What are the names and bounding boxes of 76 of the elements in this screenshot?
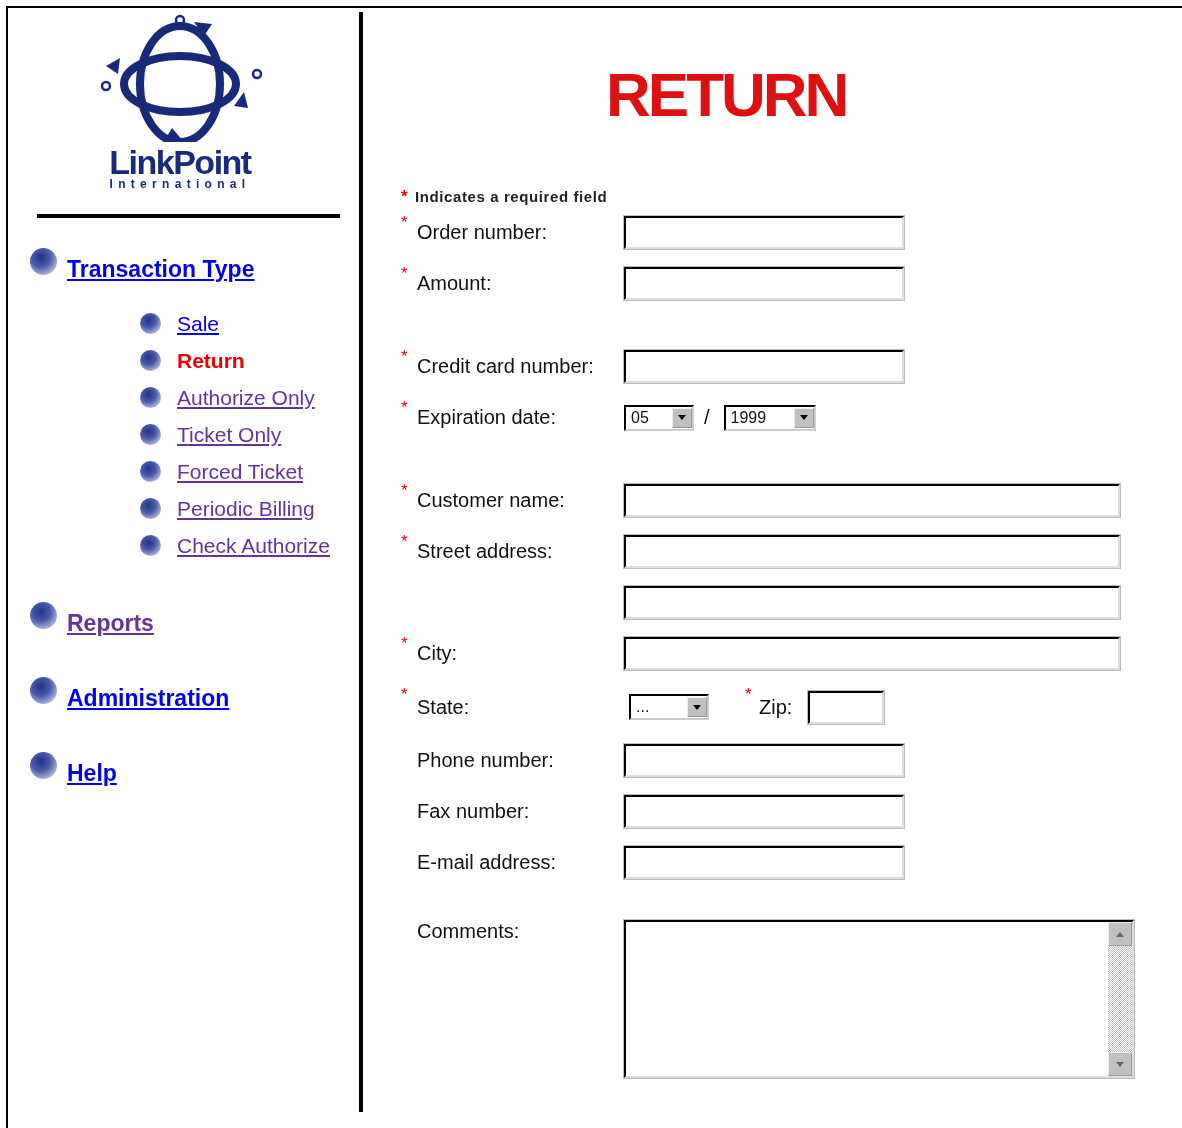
text-field[interactable] — [624, 744, 904, 777]
text-field[interactable] — [624, 637, 1120, 670]
field-label: City: — [417, 642, 458, 665]
page-title: RETURN — [606, 60, 848, 130]
required-mark: * — [401, 187, 410, 207]
text-field[interactable] — [624, 484, 1120, 517]
required-mark: * — [401, 532, 409, 552]
dropdown-button[interactable] — [687, 697, 707, 717]
logo-tagline: International — [109, 178, 251, 190]
required-mark: * — [401, 685, 409, 705]
required-mark: * — [401, 398, 409, 418]
field-label: State: — [417, 695, 471, 719]
field-label: Street address: — [417, 540, 554, 563]
bullet-icon — [140, 424, 161, 445]
nav-link[interactable]: Return — [177, 348, 245, 373]
nav-link[interactable]: Ticket Only — [177, 422, 282, 447]
bullet-icon — [30, 752, 57, 779]
required-mark: * — [401, 481, 409, 501]
field-label: Comments: — [417, 920, 521, 943]
scroll-up-button[interactable] — [1108, 922, 1132, 946]
scrollbar[interactable] — [1108, 922, 1132, 1076]
field-label: Zip: — [759, 695, 793, 719]
bullet-icon — [140, 498, 161, 519]
required-mark: * — [401, 347, 409, 367]
nav-link[interactable]: Forced Ticket — [177, 459, 304, 484]
nav-link[interactable]: Check Authorize — [177, 533, 330, 558]
field-label: E-mail address: — [417, 851, 557, 874]
dropdown-button[interactable] — [793, 407, 814, 428]
field-label: Customer name: — [417, 489, 566, 512]
text-field[interactable] — [624, 535, 1120, 568]
bullet-icon — [30, 602, 57, 629]
up-arrow-icon — [1116, 931, 1124, 937]
text-field[interactable] — [624, 216, 904, 249]
text-field[interactable] — [624, 267, 904, 300]
text-field[interactable] — [624, 795, 904, 828]
logo-wordmark: LinkPoint — [109, 146, 251, 178]
required-mark: * — [401, 634, 409, 654]
bullet-icon — [140, 313, 161, 334]
field-label: Credit card number: — [417, 355, 595, 378]
month-select[interactable]: 05 — [624, 404, 694, 431]
caret-icon — [678, 415, 686, 420]
bullet-icon — [140, 350, 161, 371]
bullet-icon — [30, 677, 57, 704]
date-separator: / — [704, 406, 710, 429]
required-note: Indicates a required field — [415, 188, 608, 205]
caret-icon — [693, 704, 701, 710]
bullet-icon — [140, 387, 161, 408]
nav-link[interactable]: Transaction Type — [67, 256, 255, 283]
down-arrow-icon — [1116, 1061, 1124, 1067]
scroll-down-button[interactable] — [1108, 1052, 1132, 1076]
bullet-icon — [140, 461, 161, 482]
required-mark: * — [401, 264, 409, 284]
nav-link[interactable]: Reports — [67, 610, 154, 637]
nav-link[interactable]: Authorize Only — [177, 385, 315, 410]
caret-icon — [799, 415, 808, 420]
year-select[interactable]: 1999 — [723, 404, 816, 431]
text-field[interactable] — [624, 846, 904, 879]
field-label: Expiration date: — [417, 406, 557, 429]
zip-field[interactable] — [808, 690, 885, 724]
nav-link[interactable]: Help — [67, 760, 117, 787]
state-select[interactable]: ... — [629, 694, 709, 720]
text-field[interactable] — [624, 350, 904, 383]
nav-link[interactable]: Administration — [67, 685, 230, 712]
field-label: Fax number: — [417, 800, 531, 823]
field-label: Order number: — [417, 221, 549, 244]
comments-field[interactable] — [624, 920, 1134, 1078]
nav-link[interactable]: Periodic Billing — [177, 496, 315, 521]
dropdown-button[interactable] — [672, 407, 692, 428]
required-mark: * — [401, 213, 409, 233]
field-label: Amount: — [417, 272, 493, 295]
bullet-icon — [30, 248, 57, 275]
required-mark: * — [745, 685, 753, 705]
nav-link[interactable]: Sale — [177, 311, 220, 336]
bullet-icon — [140, 535, 161, 556]
text-field[interactable] — [624, 586, 1120, 619]
field-label: Phone number: — [417, 749, 555, 772]
